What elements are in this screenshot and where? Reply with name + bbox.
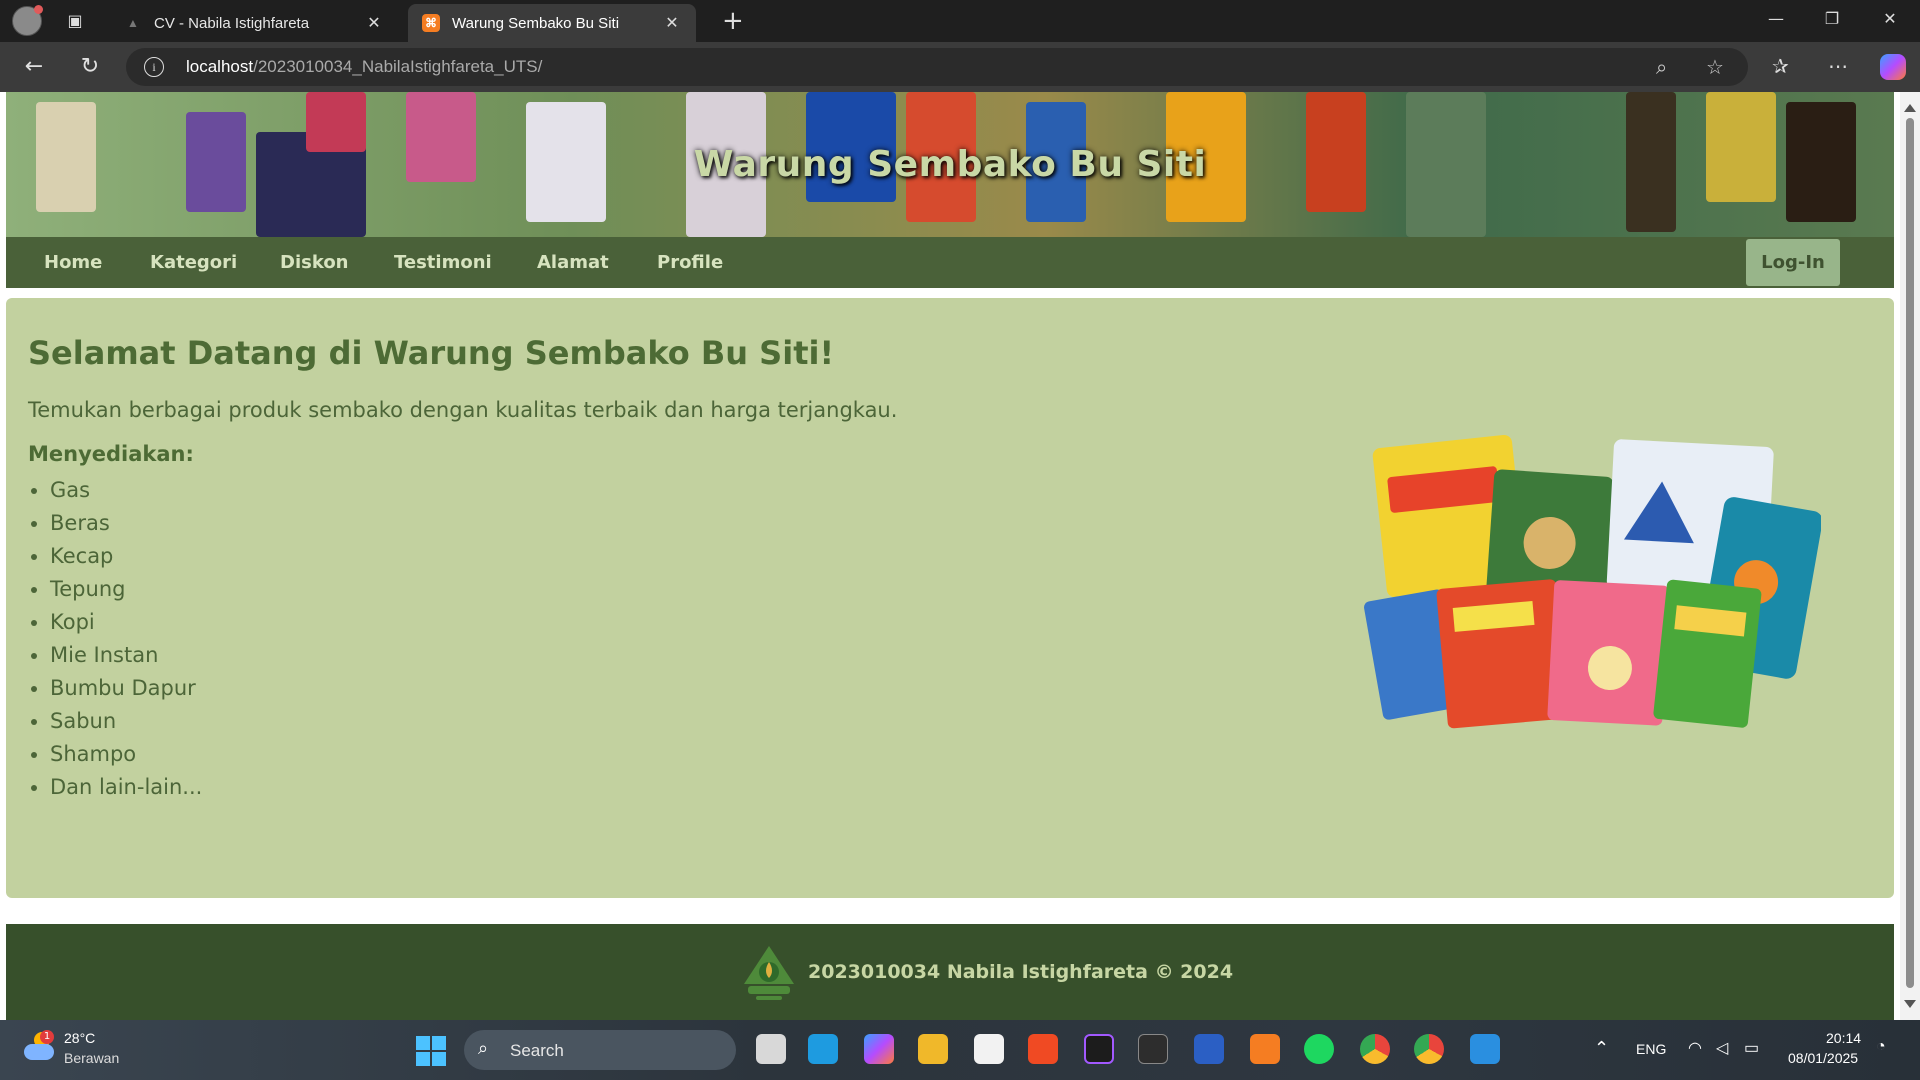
tab-title: Warung Sembako Bu Siti bbox=[452, 14, 620, 32]
back-icon[interactable]: ← bbox=[20, 54, 48, 80]
list-item: Tepung bbox=[50, 573, 202, 606]
page-scrollbar[interactable] bbox=[1900, 92, 1920, 1020]
wifi-icon[interactable]: ◠ bbox=[1688, 1038, 1702, 1058]
tab-title: CV - Nabila Istighfareta bbox=[154, 14, 310, 32]
login-button[interactable]: Log-In bbox=[1746, 239, 1840, 286]
page-viewport: Warung Sembako Bu Siti Home Kategori Dis… bbox=[0, 92, 1920, 1020]
cloud-icon bbox=[24, 1044, 54, 1060]
close-window-icon[interactable]: ✕ bbox=[1870, 9, 1910, 28]
taskbar: 1 28°C Berawan ⌕ Search ⌃ ENG ◠ ◁ ▭ 20:1… bbox=[0, 1020, 1920, 1080]
list-item: Kecap bbox=[50, 540, 202, 573]
more-icon[interactable]: ⋯ bbox=[1828, 54, 1848, 78]
product-list: Gas Beras Kecap Tepung Kopi Mie Instan B… bbox=[28, 474, 202, 804]
welcome-section: Selamat Datang di Warung Sembako Bu Siti… bbox=[6, 298, 1894, 898]
volume-icon[interactable]: ◁ bbox=[1716, 1038, 1728, 1058]
scroll-thumb[interactable] bbox=[1906, 118, 1914, 988]
url-host: localhost bbox=[186, 57, 254, 76]
url-text[interactable]: localhost/2023010034_NabilaIstighfareta_… bbox=[186, 57, 542, 77]
footer-copyright: 2023010034 Nabila Istighfareta © 2024 bbox=[808, 961, 1234, 983]
list-item: Sabun bbox=[50, 705, 202, 738]
tab-warung[interactable]: ⌘ Warung Sembako Bu Siti ✕ bbox=[408, 4, 696, 42]
browser-tab-bar: ▣ ▲ CV - Nabila Istighfareta ✕ ⌘ Warung … bbox=[0, 0, 1920, 42]
address-bar: ← ↻ i localhost/2023010034_NabilaIstighf… bbox=[0, 42, 1920, 92]
list-item: Bumbu Dapur bbox=[50, 672, 202, 705]
list-item: Mie Instan bbox=[50, 639, 202, 672]
site-footer: 2023010034 Nabila Istighfareta © 2024 bbox=[6, 924, 1894, 1020]
terminal-icon[interactable] bbox=[1138, 1034, 1168, 1064]
word-icon[interactable] bbox=[1194, 1034, 1224, 1064]
nav-profile[interactable]: Profile bbox=[657, 237, 723, 288]
copilot-app-icon[interactable] bbox=[864, 1034, 894, 1064]
list-item: Kopi bbox=[50, 606, 202, 639]
intro-text: Temukan berbagai produk sembako dengan k… bbox=[28, 398, 898, 422]
taskbar-search[interactable]: ⌕ Search bbox=[464, 1030, 736, 1070]
clock-date[interactable]: 08/01/2025 bbox=[1788, 1050, 1858, 1066]
search-label: Search bbox=[510, 1041, 564, 1060]
vscode-icon[interactable] bbox=[1470, 1034, 1500, 1064]
info-icon[interactable]: i bbox=[144, 57, 164, 77]
notification-bell-icon[interactable]: ◔ bbox=[1876, 1038, 1886, 1056]
weather-temperature: 28°C bbox=[64, 1030, 96, 1046]
spotify-icon[interactable] bbox=[1304, 1034, 1334, 1064]
restore-icon[interactable]: ❐ bbox=[1812, 9, 1852, 28]
profile-avatar[interactable] bbox=[12, 5, 43, 36]
weather-widget[interactable]: 1 bbox=[22, 1030, 62, 1070]
list-item: Gas bbox=[50, 474, 202, 507]
copilot-icon[interactable] bbox=[1880, 54, 1906, 80]
start-button[interactable] bbox=[416, 1036, 446, 1066]
scroll-up-icon[interactable] bbox=[1904, 104, 1916, 112]
battery-icon[interactable]: ▭ bbox=[1744, 1038, 1759, 1058]
minimize-icon[interactable]: — bbox=[1756, 9, 1796, 28]
figma-icon[interactable] bbox=[1084, 1034, 1114, 1064]
chrome-icon[interactable] bbox=[1360, 1034, 1390, 1064]
nav-alamat[interactable]: Alamat bbox=[537, 237, 609, 288]
page-title: Selamat Datang di Warung Sembako Bu Siti… bbox=[28, 334, 835, 372]
chrome-profile-icon[interactable] bbox=[1414, 1034, 1444, 1064]
list-item: Beras bbox=[50, 507, 202, 540]
tab-actions-icon[interactable]: ▣ bbox=[64, 10, 86, 32]
clock-time[interactable]: 20:14 bbox=[1826, 1030, 1861, 1046]
provides-label: Menyediakan: bbox=[28, 442, 194, 466]
weather-condition: Berawan bbox=[64, 1050, 120, 1066]
nav-testimoni[interactable]: Testimoni bbox=[394, 237, 492, 288]
search-icon: ⌕ bbox=[478, 1038, 489, 1059]
brave-icon[interactable] bbox=[1028, 1034, 1058, 1064]
close-icon[interactable]: ✕ bbox=[364, 13, 384, 33]
site-title: Warung Sembako Bu Siti bbox=[693, 144, 1207, 185]
task-view-icon[interactable] bbox=[756, 1034, 786, 1064]
new-tab-button[interactable]: + bbox=[722, 7, 744, 35]
xampp-app-icon[interactable] bbox=[1250, 1034, 1280, 1064]
list-item: Dan lain-lain... bbox=[50, 771, 202, 804]
reload-icon[interactable]: ↻ bbox=[76, 54, 104, 80]
document-icon: ▲ bbox=[127, 16, 139, 30]
tab-cv[interactable]: ▲ CV - Nabila Istighfareta ✕ bbox=[110, 4, 398, 42]
site-navbar: Home Kategori Diskon Testimoni Alamat Pr… bbox=[6, 237, 1894, 288]
grocery-products-image bbox=[1364, 434, 1821, 729]
store-icon[interactable] bbox=[974, 1034, 1004, 1064]
language-indicator[interactable]: ENG bbox=[1636, 1041, 1666, 1057]
favorites-icon[interactable]: ✰ bbox=[1772, 54, 1789, 78]
nav-home[interactable]: Home bbox=[44, 237, 102, 288]
polytechnic-logo-icon bbox=[744, 946, 794, 1000]
favorite-star-icon[interactable]: ☆ bbox=[1706, 55, 1724, 79]
nav-kategori[interactable]: Kategori bbox=[150, 237, 237, 288]
header-banner: Warung Sembako Bu Siti bbox=[6, 92, 1894, 237]
url-field[interactable]: i localhost/2023010034_NabilaIstighfaret… bbox=[126, 48, 1748, 86]
nav-diskon[interactable]: Diskon bbox=[280, 237, 349, 288]
weather-badge: 1 bbox=[40, 1030, 54, 1044]
url-path: /2023010034_NabilaIstighfareta_UTS/ bbox=[253, 57, 543, 76]
file-explorer-icon[interactable] bbox=[918, 1034, 948, 1064]
edge-icon[interactable] bbox=[808, 1034, 838, 1064]
close-icon[interactable]: ✕ bbox=[662, 13, 682, 33]
chevron-up-icon[interactable]: ⌃ bbox=[1594, 1038, 1609, 1059]
scroll-down-icon[interactable] bbox=[1904, 1000, 1916, 1008]
zoom-icon[interactable]: ⌕ bbox=[1656, 55, 1667, 79]
xampp-icon: ⌘ bbox=[422, 14, 440, 32]
list-item: Shampo bbox=[50, 738, 202, 771]
